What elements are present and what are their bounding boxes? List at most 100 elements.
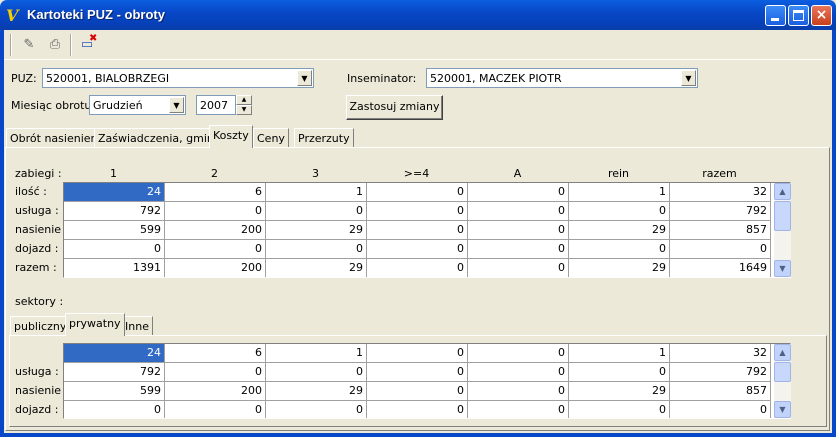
table-cell[interactable]: 0	[165, 401, 266, 418]
chevron-down-icon[interactable]: ▼	[297, 70, 312, 86]
table-cell[interactable]: 599	[64, 382, 165, 401]
table-cell[interactable]: 32	[670, 183, 771, 202]
scroll-down-icon[interactable]: ▼	[774, 260, 791, 277]
table-cell[interactable]: 0	[468, 363, 569, 382]
maximize-button[interactable]	[788, 5, 809, 26]
spin-down-icon[interactable]: ▼	[236, 105, 252, 115]
table-cell[interactable]: 0	[367, 363, 468, 382]
month-select[interactable]: Grudzień ▼	[89, 95, 186, 115]
apply-changes-button[interactable]: Zastosuj zmiany	[346, 95, 443, 120]
close-button[interactable]: ×	[811, 5, 832, 26]
table-cell[interactable]: 0	[266, 401, 367, 418]
column-header: razem	[702, 167, 737, 180]
chevron-down-icon[interactable]: ▼	[681, 70, 696, 86]
costs-scrollbar[interactable]: ▲ ▼	[774, 183, 791, 277]
table-row: 0000000	[64, 401, 771, 418]
tab-obrot-nasieniem[interactable]: Obrót nasieniem	[6, 128, 106, 148]
table-cell[interactable]: 29	[569, 382, 670, 401]
scroll-thumb[interactable]	[774, 362, 791, 382]
tab-ceny[interactable]: Ceny	[253, 128, 289, 148]
table-cell[interactable]: 6	[165, 183, 266, 202]
table-cell[interactable]: 599	[64, 221, 165, 240]
table-cell[interactable]: 24	[64, 344, 165, 363]
table-cell[interactable]: 792	[670, 202, 771, 221]
table-cell[interactable]: 1	[266, 344, 367, 363]
tab-zaswiadczenia-gminy[interactable]: Zaświadczenia, gminy	[94, 128, 225, 148]
table-cell[interactable]: 0	[367, 401, 468, 418]
table-cell[interactable]: 0	[569, 401, 670, 418]
table-cell[interactable]: 1391	[64, 259, 165, 277]
table-cell[interactable]: 0	[367, 183, 468, 202]
scroll-up-icon[interactable]: ▲	[774, 344, 791, 361]
table-cell[interactable]: 200	[165, 259, 266, 277]
table-cell[interactable]: 0	[266, 202, 367, 221]
sector-scrollbar[interactable]: ▲ ▼	[774, 344, 791, 418]
table-cell[interactable]: 0	[165, 202, 266, 221]
costs-grid[interactable]: 24 6 1 0 0 1 32 792 0 0 0 0 0 792 599 200 29 0 0 29 857 0 0 0 0 0…	[63, 182, 791, 278]
table-cell[interactable]: 29	[569, 221, 670, 240]
tab-koszty[interactable]: Koszty	[209, 125, 253, 148]
scroll-thumb[interactable]	[774, 201, 791, 231]
table-cell[interactable]: 0	[266, 363, 367, 382]
scroll-up-icon[interactable]: ▲	[774, 183, 791, 200]
minimize-button[interactable]	[765, 5, 786, 26]
table-cell[interactable]: 0	[165, 363, 266, 382]
puz-select[interactable]: 520001, BIALOBRZEGI ▼	[42, 68, 314, 88]
table-cell[interactable]: 29	[266, 259, 367, 277]
table-cell[interactable]: 857	[670, 221, 771, 240]
table-cell[interactable]: 0	[569, 202, 670, 221]
spin-up-icon[interactable]: ▲	[236, 95, 252, 105]
table-cell[interactable]: 792	[64, 202, 165, 221]
table-cell[interactable]: 1	[569, 344, 670, 363]
inseminator-select[interactable]: 520001, MACZEK PIOTR ▼	[426, 68, 698, 88]
table-cell[interactable]: 200	[165, 221, 266, 240]
scroll-down-icon[interactable]: ▼	[774, 401, 791, 418]
table-cell[interactable]: 792	[670, 363, 771, 382]
table-cell[interactable]: 0	[64, 401, 165, 418]
tab-publiczny[interactable]: publiczny	[10, 316, 71, 336]
table-cell[interactable]: 0	[367, 382, 468, 401]
table-cell[interactable]: 0	[367, 221, 468, 240]
table-cell[interactable]: 857	[670, 382, 771, 401]
table-cell[interactable]: 0	[468, 202, 569, 221]
table-cell[interactable]: 792	[64, 363, 165, 382]
table-cell[interactable]: 29	[266, 221, 367, 240]
table-cell[interactable]: 0	[670, 401, 771, 418]
table-cell[interactable]: 0	[468, 183, 569, 202]
close-window-icon[interactable]: ▭ ✖	[76, 33, 98, 56]
table-cell[interactable]: 0	[468, 401, 569, 418]
table-cell[interactable]: 29	[569, 259, 670, 277]
table-cell[interactable]: 1	[569, 183, 670, 202]
table-cell[interactable]: 0	[367, 240, 468, 259]
table-cell[interactable]: 0	[266, 240, 367, 259]
sector-grid[interactable]: 24 6 1 0 0 1 32 792 0 0 0 0 0 792 599 200 29 0 0 29 857 0 0 0 0 0…	[63, 343, 791, 419]
table-cell[interactable]: 0	[468, 344, 569, 363]
table-cell[interactable]: 24	[64, 183, 165, 202]
table-cell[interactable]: 0	[569, 363, 670, 382]
table-cell[interactable]: 0	[468, 221, 569, 240]
tab-inne[interactable]: Inne	[121, 316, 153, 336]
table-cell[interactable]: 29	[266, 382, 367, 401]
table-cell[interactable]: 32	[670, 344, 771, 363]
table-cell[interactable]: 0	[64, 240, 165, 259]
tab-prywatny[interactable]: prywatny	[65, 313, 125, 336]
tab-przerzuty[interactable]: Przerzuty	[294, 128, 354, 148]
year-input[interactable]: 2007	[196, 95, 236, 115]
table-cell[interactable]: 0	[165, 240, 266, 259]
table-cell[interactable]: 1649	[670, 259, 771, 277]
table-cell[interactable]: 0	[569, 240, 670, 259]
edit-icon[interactable]: ✎	[18, 34, 40, 56]
table-cell[interactable]: 6	[165, 344, 266, 363]
table-cell[interactable]: 0	[468, 240, 569, 259]
table-cell[interactable]: 0	[468, 259, 569, 277]
table-cell[interactable]: 0	[367, 344, 468, 363]
table-cell[interactable]: 0	[670, 240, 771, 259]
table-cell[interactable]: 1	[266, 183, 367, 202]
table-cell[interactable]: 0	[367, 202, 468, 221]
table-cell[interactable]: 0	[367, 259, 468, 277]
table-cell[interactable]: 200	[165, 382, 266, 401]
table-cell[interactable]: 0	[468, 382, 569, 401]
print-icon[interactable]: ⎙	[44, 34, 66, 56]
chevron-down-icon[interactable]: ▼	[169, 97, 184, 113]
year-spinner[interactable]: ▲ ▼	[236, 95, 252, 115]
